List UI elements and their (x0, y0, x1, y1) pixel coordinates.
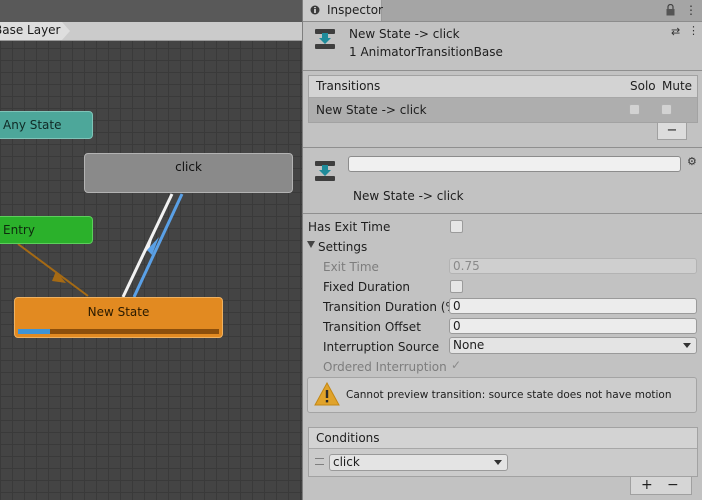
inspector-title: New State -> click (349, 27, 460, 41)
state-progress-bar (18, 329, 219, 334)
entry-transition-line[interactable] (17, 243, 89, 297)
kebab-menu-icon[interactable]: ⋮ (688, 24, 699, 37)
transitions-list-header: Transitions Solo Mute (309, 76, 697, 98)
exit-time-field: 0.75 (449, 258, 697, 274)
transition-duration-label: Transition Duration (% (323, 300, 457, 314)
interruption-source-label: Interruption Source (323, 340, 440, 354)
warning-icon (314, 382, 340, 406)
chevron-down-icon (683, 343, 691, 348)
ordered-interruption-checkmark-icon: ✓ (451, 358, 462, 372)
remove-condition-button[interactable]: − (667, 477, 679, 493)
drag-handle-icon[interactable] (315, 458, 324, 465)
has-exit-time-label: Has Exit Time (308, 220, 391, 234)
info-icon (310, 5, 320, 15)
conditions-list-header: Conditions (309, 428, 697, 449)
mute-checkbox[interactable] (661, 104, 672, 115)
divider (303, 213, 702, 214)
transition-offset-field[interactable]: 0 (449, 318, 697, 334)
transitions-list: Transitions Solo Mute New State -> click (308, 75, 698, 123)
node-entry[interactable]: Entry (0, 216, 93, 244)
node-click[interactable]: click (84, 153, 293, 193)
ordered-interruption-label: Ordered Interruption (323, 360, 447, 374)
lock-icon[interactable] (666, 4, 675, 16)
animator-transition-icon (315, 161, 335, 181)
remove-transition-button[interactable]: − (657, 123, 687, 140)
conditions-list: Conditions click (308, 427, 698, 477)
has-exit-time-checkbox[interactable] (450, 220, 463, 233)
node-new-state[interactable]: New State (14, 297, 223, 338)
warning-helpbox: Cannot preview transition: source state … (307, 377, 697, 413)
chevron-down-icon (494, 460, 502, 465)
animator-transition-icon (315, 29, 335, 49)
divider (303, 70, 702, 71)
preset-settings-icon[interactable]: ⇄ (671, 25, 680, 38)
inspector-subtitle: 1 AnimatorTransitionBase (349, 45, 503, 59)
gear-icon[interactable]: ⚙ (687, 155, 697, 168)
transition-arrows (17, 193, 184, 298)
exit-time-label: Exit Time (323, 260, 379, 274)
node-any-state[interactable]: Any State (0, 111, 93, 139)
kebab-menu-icon[interactable]: ⋮ (685, 3, 697, 17)
fixed-duration-checkbox[interactable] (450, 280, 463, 293)
interruption-source-dropdown[interactable]: None (449, 337, 697, 354)
add-condition-button[interactable]: + (641, 477, 653, 493)
transition-duration-field[interactable]: 0 (449, 298, 697, 314)
fixed-duration-label: Fixed Duration (323, 280, 411, 294)
solo-checkbox[interactable] (629, 104, 640, 115)
conditions-add-remove: + − (630, 477, 692, 495)
transition-offset-label: Transition Offset (323, 320, 421, 334)
tab-inspector[interactable]: Inspector (303, 0, 383, 21)
settings-foldout[interactable]: Settings (318, 240, 367, 254)
transition-name-input[interactable] (348, 156, 681, 172)
inspector-panel: Inspector ⋮ New State -> click 1 Animato… (302, 0, 702, 500)
settings-foldout-arrow-icon[interactable] (307, 241, 315, 248)
condition-parameter-dropdown[interactable]: click (329, 454, 508, 471)
divider (303, 147, 702, 148)
transition-row[interactable]: New State -> click (309, 98, 697, 122)
transition-line-white[interactable] (121, 193, 174, 298)
tab-bar: Inspector ⋮ (303, 0, 702, 22)
animator-graph[interactable]: Base Layer Any State click Entry New Sta… (0, 0, 302, 500)
state-progress-fill (18, 329, 51, 334)
transition-title: New State -> click (353, 189, 464, 203)
transition-line-selected[interactable] (132, 193, 184, 298)
